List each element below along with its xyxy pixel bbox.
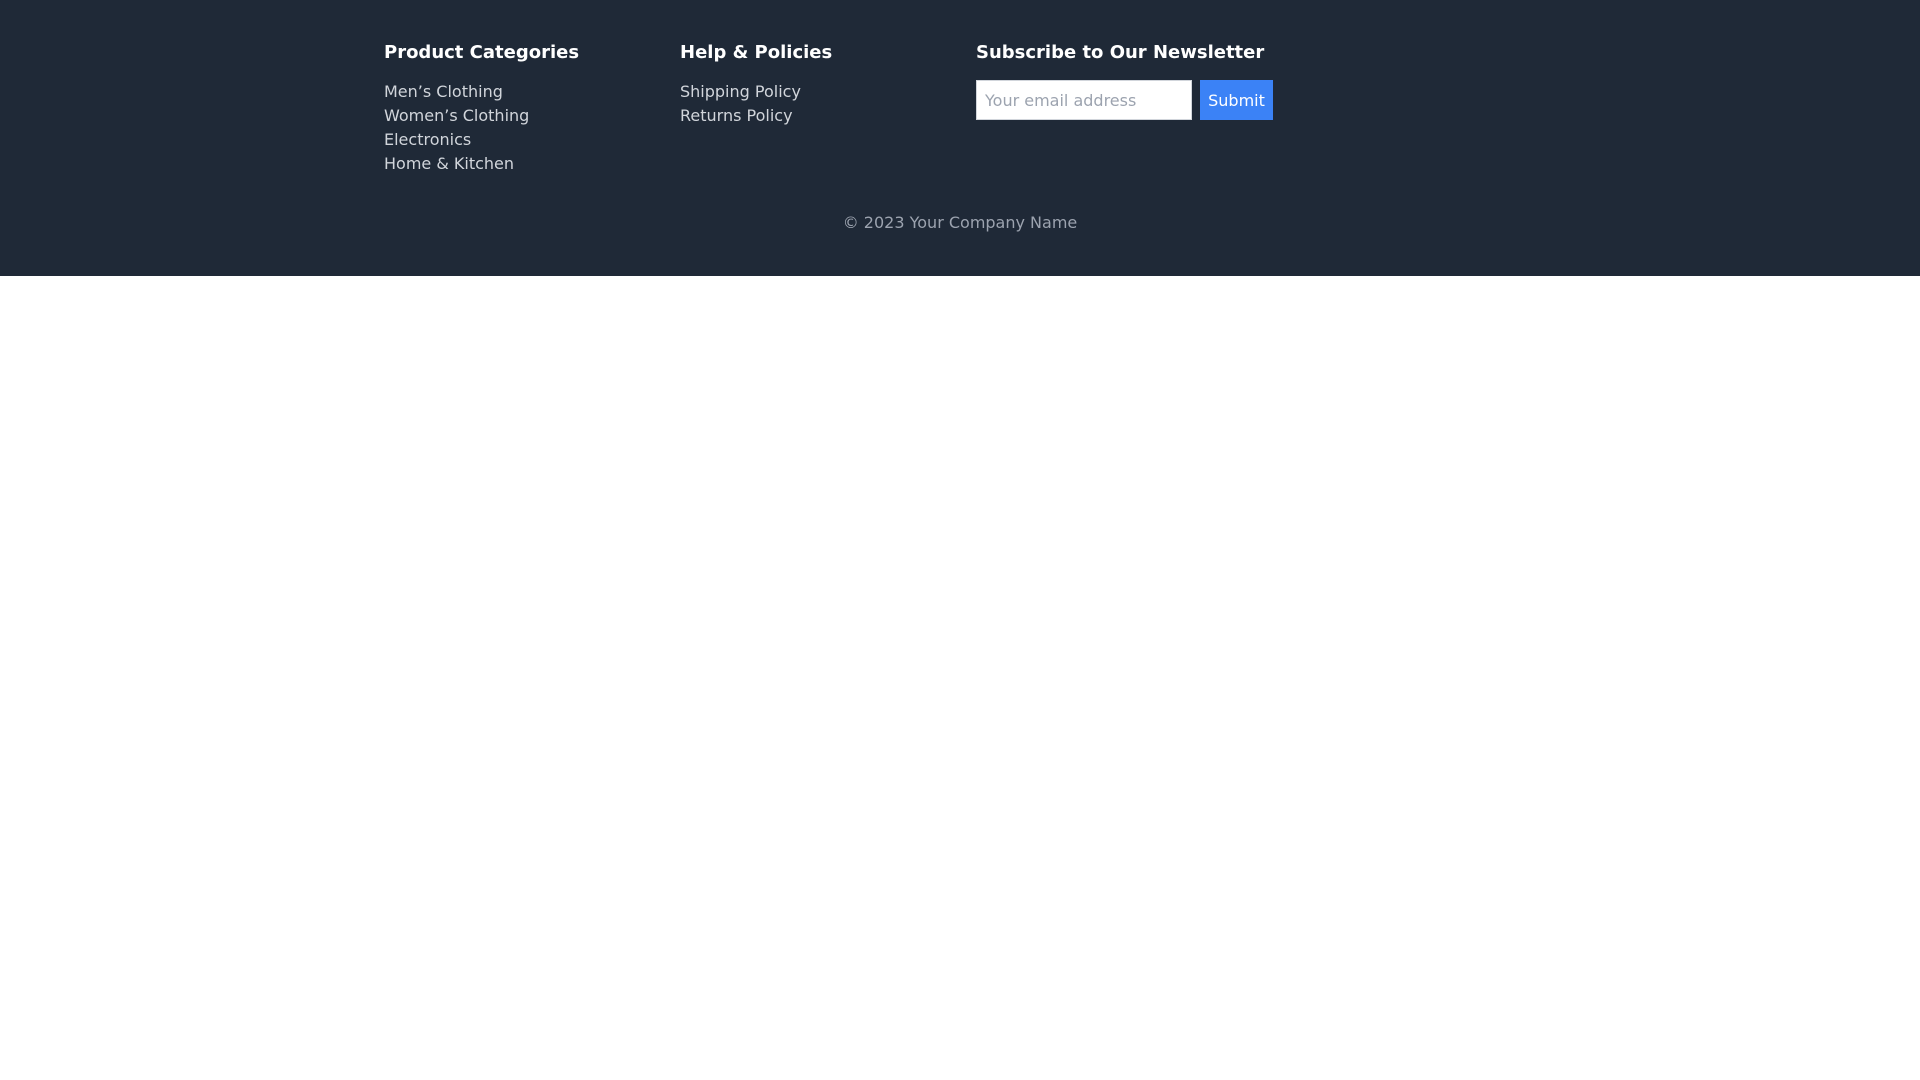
site-footer: Product Categories Men’s Clothing Women’… (0, 0, 1920, 276)
help-policies-column: Help & Policies Shipping Policy Returns … (680, 40, 976, 176)
newsletter-heading: Subscribe to Our Newsletter (976, 42, 1265, 63)
newsletter-form: Submit (976, 80, 1376, 120)
email-input[interactable] (976, 80, 1192, 120)
category-link-electronics[interactable]: Electronics (384, 128, 680, 152)
submit-button[interactable]: Submit (1200, 80, 1273, 120)
product-categories-column: Product Categories Men’s Clothing Women’… (384, 40, 680, 176)
category-link-mens-clothing[interactable]: Men’s Clothing (384, 80, 680, 104)
newsletter-column: Subscribe to Our Newsletter Submit (976, 40, 1376, 176)
shipping-policy-link[interactable]: Shipping Policy (680, 80, 976, 104)
copyright-text: © 2023 Your Company Name (842, 213, 1078, 232)
footer-columns: Product Categories Men’s Clothing Women’… (384, 40, 1376, 176)
category-link-womens-clothing[interactable]: Women’s Clothing (384, 104, 680, 128)
product-categories-heading: Product Categories (384, 42, 580, 63)
category-link-home-kitchen[interactable]: Home & Kitchen (384, 152, 680, 176)
help-policies-list: Shipping Policy Returns Policy (680, 80, 976, 128)
help-policies-heading: Help & Policies (680, 42, 833, 63)
product-categories-list: Men’s Clothing Women’s Clothing Electron… (384, 80, 680, 176)
returns-policy-link[interactable]: Returns Policy (680, 104, 976, 128)
